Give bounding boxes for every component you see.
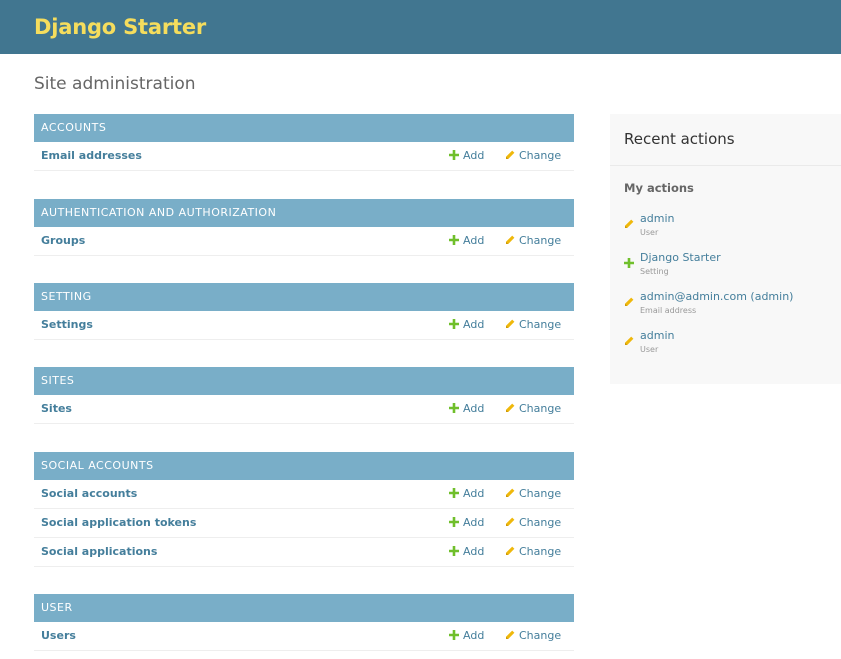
model-row: Social applications Add Change	[34, 538, 574, 567]
app-caption[interactable]: Accounts	[34, 114, 574, 142]
pencil-icon	[624, 331, 634, 345]
plus-icon	[449, 143, 459, 160]
add-label: Add	[463, 234, 485, 247]
plus-icon	[449, 228, 459, 245]
change-label: Change	[519, 516, 562, 529]
change-link[interactable]: Change	[505, 311, 561, 339]
change-link[interactable]: Change	[505, 395, 561, 423]
page-title: Site administration	[34, 74, 196, 94]
recent-actions-panel: Recent actions My actions admin User Djang…	[610, 114, 841, 384]
action-type: User	[640, 345, 659, 354]
action-type: User	[640, 228, 659, 237]
plus-icon	[449, 510, 459, 527]
pencil-icon	[624, 292, 634, 306]
change-label: Change	[519, 629, 562, 642]
recent-action-item: admin User	[624, 212, 834, 246]
action-type: Email address	[640, 306, 697, 315]
action-link[interactable]: admin	[640, 329, 674, 343]
change-label: Change	[519, 318, 562, 331]
pencil-icon	[505, 143, 515, 159]
add-link[interactable]: Add	[449, 622, 484, 650]
add-link[interactable]: Add	[449, 480, 484, 508]
app-caption[interactable]: User	[34, 594, 574, 622]
app-caption[interactable]: Social Accounts	[34, 452, 574, 480]
add-label: Add	[463, 487, 485, 500]
recent-action-item: admin@admin.com (admin) Email address	[624, 290, 834, 324]
model-row: Sites Add Change	[34, 395, 574, 424]
pencil-icon	[624, 214, 634, 228]
sidebar-divider	[610, 165, 841, 166]
site-name[interactable]: Django Starter	[34, 13, 206, 41]
recent-action-item: Django Starter Setting	[624, 251, 834, 285]
app-caption[interactable]: Authentication and Authorization	[34, 199, 574, 227]
action-link[interactable]: Django Starter	[640, 251, 721, 265]
model-link[interactable]: Social accounts	[41, 480, 137, 508]
model-link[interactable]: Groups	[41, 227, 85, 255]
app-module: Accounts Email addresses Add Change	[34, 114, 574, 171]
header-bar: Django Starter	[0, 0, 841, 54]
app-module: Setting Settings Add Change	[34, 283, 574, 340]
model-row: Social accounts Add Change	[34, 480, 574, 509]
model-link[interactable]: Sites	[41, 395, 72, 423]
add-label: Add	[463, 318, 485, 331]
pencil-icon	[505, 623, 515, 639]
add-link[interactable]: Add	[449, 227, 484, 255]
pencil-icon	[505, 228, 515, 244]
change-link[interactable]: Change	[505, 480, 561, 508]
change-label: Change	[519, 487, 562, 500]
change-label: Change	[519, 149, 562, 162]
change-link[interactable]: Change	[505, 509, 561, 537]
model-row: Groups Add Change	[34, 227, 574, 256]
pencil-icon	[505, 396, 515, 412]
app-module: Sites Sites Add Change	[34, 367, 574, 424]
model-link[interactable]: Users	[41, 622, 76, 650]
add-label: Add	[463, 629, 485, 642]
plus-icon	[449, 396, 459, 413]
add-label: Add	[463, 516, 485, 529]
app-caption[interactable]: Sites	[34, 367, 574, 395]
model-row: Settings Add Change	[34, 311, 574, 340]
plus-icon	[449, 312, 459, 329]
app-module: Authentication and Authorization Groups Ad…	[34, 199, 574, 256]
add-link[interactable]: Add	[449, 509, 484, 537]
app-module: User Users Add Change	[34, 594, 574, 651]
change-link[interactable]: Change	[505, 538, 561, 566]
add-link[interactable]: Add	[449, 311, 484, 339]
model-link[interactable]: Social application tokens	[41, 509, 196, 537]
add-link[interactable]: Add	[449, 395, 484, 423]
change-label: Change	[519, 545, 562, 558]
add-link[interactable]: Add	[449, 538, 484, 566]
change-link[interactable]: Change	[505, 622, 561, 650]
plus-icon	[449, 539, 459, 556]
recent-actions-title: Recent actions	[624, 130, 735, 148]
model-link[interactable]: Email addresses	[41, 142, 142, 170]
pencil-icon	[505, 510, 515, 526]
action-link[interactable]: admin@admin.com (admin)	[640, 290, 793, 304]
plus-icon	[449, 481, 459, 498]
my-actions-title: My actions	[624, 181, 694, 195]
add-label: Add	[463, 149, 485, 162]
app-caption[interactable]: Setting	[34, 283, 574, 311]
model-link[interactable]: Settings	[41, 311, 93, 339]
model-row: Email addresses Add Change	[34, 142, 574, 171]
pencil-icon	[505, 539, 515, 555]
change-link[interactable]: Change	[505, 227, 561, 255]
app-module: Social Accounts Social accounts Add Change S…	[34, 452, 574, 567]
model-row: Users Add Change	[34, 622, 574, 651]
plus-icon	[624, 253, 634, 268]
change-label: Change	[519, 234, 562, 247]
pencil-icon	[505, 481, 515, 497]
add-label: Add	[463, 545, 485, 558]
action-type: Setting	[640, 267, 669, 276]
plus-icon	[449, 623, 459, 640]
model-row: Social application tokens Add Change	[34, 509, 574, 538]
pencil-icon	[505, 312, 515, 328]
change-label: Change	[519, 402, 562, 415]
action-link[interactable]: admin	[640, 212, 674, 226]
add-link[interactable]: Add	[449, 142, 484, 170]
recent-action-item: admin User	[624, 329, 834, 363]
add-label: Add	[463, 402, 485, 415]
change-link[interactable]: Change	[505, 142, 561, 170]
model-link[interactable]: Social applications	[41, 538, 157, 566]
